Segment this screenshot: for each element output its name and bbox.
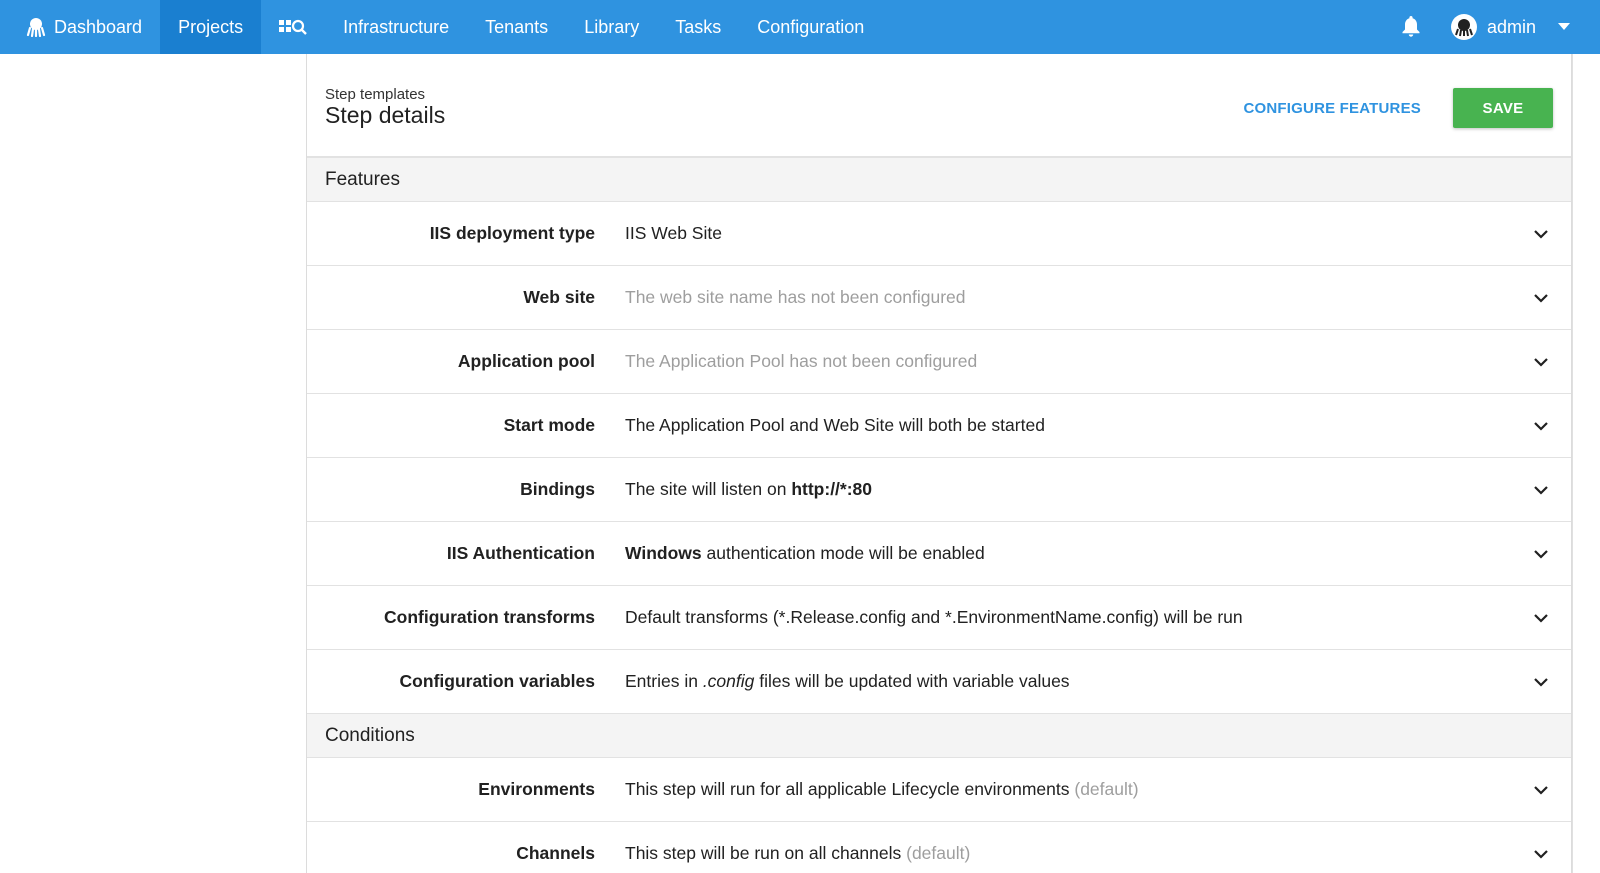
nav-item-search[interactable] [261,0,325,54]
row-summary-part: IIS Web Site [625,223,722,243]
chevron-down-icon[interactable] [1533,290,1549,306]
row-label: Application pool [457,351,595,371]
search-dashboard-icon [279,17,307,37]
row-summary-part: (default) [1074,779,1139,799]
expandable-row-bindings[interactable]: Bindings The site will listen on http://*… [307,458,1571,522]
page-title: Step details [325,102,446,128]
chevron-down-icon[interactable] [1533,674,1549,690]
expandable-row-application-pool[interactable]: Application pool The Application Pool has… [307,330,1571,394]
row-summary-part: The site will listen on [625,479,792,499]
nav-item-dashboard[interactable]: Dashboard [8,0,160,54]
row-label: Configuration variables [399,671,595,691]
row-summary: Default transforms (*.Release.config and… [625,607,1243,628]
row-label: Configuration transforms [384,607,595,627]
nav-item-label: Projects [178,16,244,37]
row-summary: This step will be run on all channels (d… [625,843,970,864]
row-summary: This step will run for all applicable Li… [625,779,1139,800]
row-summary: The web site name has not been configure… [625,287,966,308]
nav-right: admin [1371,0,1600,54]
user-menu[interactable]: admin [1450,0,1570,54]
chevron-down-icon[interactable] [1533,610,1549,626]
expandable-row-iis-deployment-type[interactable]: IIS deployment type IIS Web Site [307,202,1571,266]
nav-item-tasks[interactable]: Tasks [657,0,739,54]
chevron-down-icon[interactable] [1533,846,1549,862]
nav-item-tenants[interactable]: Tenants [467,0,566,54]
nav-item-label: Library [584,16,640,37]
nav-item-infrastructure[interactable]: Infrastructure [325,0,467,54]
chevron-down-icon[interactable] [1533,482,1549,498]
left-pane [0,54,306,873]
row-summary-part: authentication mode will be enabled [701,543,985,563]
row-label: Channels [516,843,595,863]
chevron-down-icon[interactable] [1533,354,1549,370]
expandable-row-web-site[interactable]: Web site The web site name has not been c… [307,266,1571,330]
top-nav: Dashboard Projects Infrastructure Tenants Li… [0,0,1600,54]
nav-item-configuration[interactable]: Configuration [739,0,882,54]
caret-down-icon [1558,23,1570,30]
nav-item-label: Tenants [485,16,549,37]
row-summary-part: This step will be run on all channels [625,843,907,863]
row-summary-part: This step will run for all applicable Li… [625,779,1075,799]
breadcrumb[interactable]: Step templates [325,86,425,103]
chevron-down-icon[interactable] [1533,782,1549,798]
nav-item-label: Tasks [675,16,722,37]
expandable-row-start-mode[interactable]: Start mode The Application Pool and Web S… [307,394,1571,458]
chevron-down-icon[interactable] [1533,418,1549,434]
row-summary-part: The web site name has not been configure… [625,287,966,307]
expandable-row-configuration-transforms[interactable]: Configuration transforms Default transfor… [307,586,1571,650]
step-details-card: Step templates Step details CONFIGURE FE… [306,54,1572,873]
row-summary: The Application Pool and Web Site will b… [625,415,1045,436]
save-button[interactable]: SAVE [1453,88,1553,128]
nav-item-label: Configuration [757,16,865,37]
nav-item-label: Infrastructure [343,16,450,37]
row-summary: IIS Web Site [625,223,722,244]
row-summary-part: Windows [625,543,702,563]
avatar [1450,14,1477,40]
nav-item-label: Dashboard [54,16,143,37]
section-header-conditions: Conditions [307,714,1571,758]
row-summary: The Application Pool has not been config… [625,351,977,372]
row-summary: Windows authentication mode will be enab… [625,543,985,564]
octopus-avatar-icon [1455,19,1473,37]
card-header: Step templates Step details CONFIGURE FE… [307,54,1571,158]
row-summary: The site will listen on http://*:80 [625,479,872,500]
row-label: Environments [478,779,595,799]
bell-icon [1402,16,1420,37]
scrollbar-track[interactable] [1572,54,1600,873]
configure-features-button[interactable]: CONFIGURE FEATURES [1244,100,1422,117]
expandable-row-environments[interactable]: Environments This step will run for all a… [307,758,1571,822]
row-label: Start mode [503,415,595,435]
row-summary-part: files will be updated with variable valu… [754,671,1070,691]
row-label: Bindings [520,479,595,499]
chevron-down-icon[interactable] [1533,226,1549,242]
user-name: admin [1486,16,1536,37]
row-label: IIS deployment type [429,223,595,243]
nav-item-library[interactable]: Library [566,0,657,54]
octopus-icon [26,17,46,37]
expandable-row-iis-authentication[interactable]: IIS Authentication Windows authentication… [307,522,1571,586]
sections: Features IIS deployment type IIS Web Site W… [307,158,1571,873]
notifications-button[interactable] [1371,0,1451,54]
nav-item-projects[interactable]: Projects [160,0,262,54]
row-summary-part: (default) [906,843,971,863]
row-summary-part: The Application Pool has not been config… [625,351,978,371]
expandable-row-channels[interactable]: Channels This step will be run on all cha… [307,822,1571,873]
row-label: IIS Authentication [446,543,595,563]
chevron-down-icon[interactable] [1533,546,1549,562]
expandable-row-configuration-variables[interactable]: Configuration variables Entries in .confi… [307,650,1571,714]
row-summary-part: Default transforms (*.Release.config and… [625,607,1243,627]
row-label: Web site [523,287,595,307]
nav-items: Dashboard Projects Infrastructure Tenants Li… [0,0,882,54]
section-header-features: Features [307,158,1571,202]
row-summary-part: http://*:80 [791,479,873,499]
row-summary-part: The Application Pool and Web Site will b… [625,415,1045,435]
row-summary: Entries in .config files will be updated… [625,671,1070,692]
row-summary-part: .config [702,671,755,691]
row-summary-part: Entries in [625,671,703,691]
